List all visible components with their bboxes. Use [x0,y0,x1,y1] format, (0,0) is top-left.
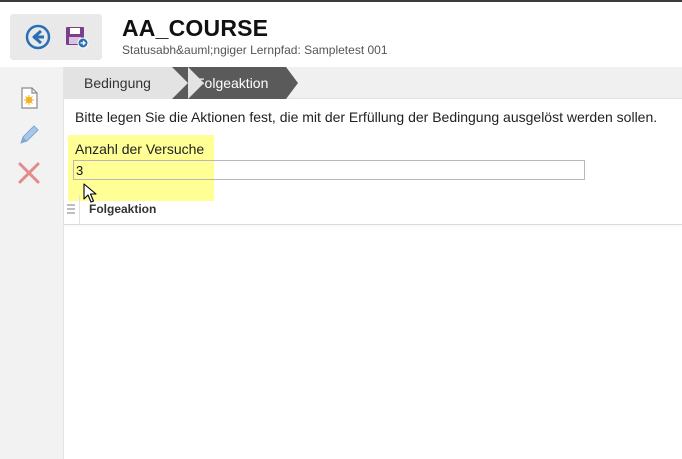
column-header-folgeaktion[interactable]: Folgeaktion [89,202,156,216]
back-button[interactable] [24,23,52,51]
sidebar-new-button[interactable] [16,85,42,111]
arrow-left-circle-icon [25,24,51,50]
save-floppy-icon [66,27,89,49]
page-header: AA_COURSE Statusabh&auml;ngiger Lernpfad… [0,2,682,67]
page-title: AA_COURSE [122,15,269,41]
header-toolbar [10,14,102,60]
delete-x-icon [18,162,40,184]
attempts-label: Anzahl der Versuche [75,141,205,157]
save-button[interactable] [62,23,90,51]
drag-handle-icon [67,204,75,214]
sidebar-edit-button[interactable] [16,122,42,148]
main-panel: Bedingung Folgeaktion Bitte legen Sie di… [64,67,682,459]
sidebar [0,67,64,459]
instruction-text: Bitte legen Sie die Aktionen fest, die m… [75,109,658,125]
table-column-divider [79,195,80,225]
new-document-icon [21,87,38,109]
tab-bar: Bedingung Folgeaktion [64,67,682,99]
attempts-input[interactable] [73,160,585,180]
tab-bedingung[interactable]: Bedingung [64,67,204,99]
sidebar-delete-button[interactable] [16,160,42,186]
pencil-edit-icon [20,125,39,144]
table-header: Folgeaktion [64,195,682,225]
mouse-pointer-icon [83,183,97,203]
drag-handle[interactable] [66,202,76,214]
page-subtitle: Statusabh&auml;ngiger Lernpfad: Samplete… [122,43,388,57]
